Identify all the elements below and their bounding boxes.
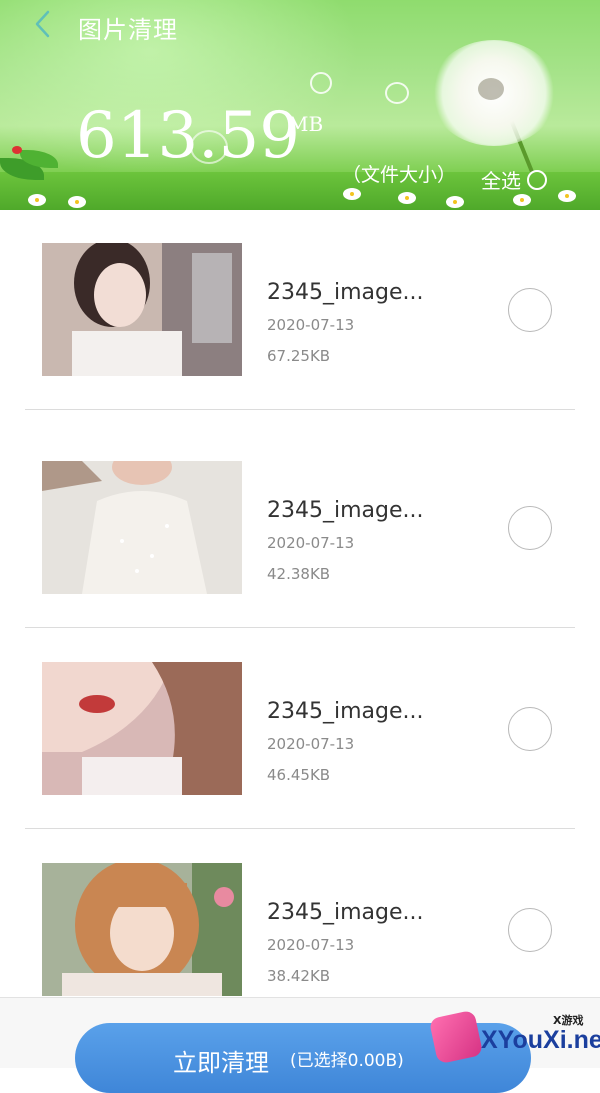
divider xyxy=(25,828,575,829)
image-size: 46.45KB xyxy=(267,766,331,784)
divider xyxy=(25,409,575,410)
list-item[interactable]: 2345_image... 2020-07-13 46.45KB xyxy=(0,646,600,847)
daisy-decoration xyxy=(70,198,84,206)
list-item[interactable]: 2345_image... 2020-07-13 42.38KB xyxy=(0,428,600,646)
chevron-left-icon xyxy=(35,10,50,38)
page-title: 图片清理 xyxy=(78,16,178,44)
daisy-decoration xyxy=(560,192,574,200)
image-date: 2020-07-13 xyxy=(267,735,355,753)
bubble-decoration xyxy=(310,72,332,94)
total-size-unit: MB xyxy=(288,112,324,136)
selected-size-label: (已选择0.00B) xyxy=(290,1051,404,1071)
daisy-decoration xyxy=(400,194,414,202)
image-list[interactable]: 2345_image... 2020-07-13 67.25KB 2345_im… xyxy=(0,210,600,997)
image-date: 2020-07-13 xyxy=(267,316,355,334)
total-size-value: 613.59 xyxy=(76,99,300,173)
select-radio[interactable] xyxy=(508,506,552,550)
daisy-decoration xyxy=(448,198,462,206)
list-item[interactable]: 2345_image... 2020-07-13 38.42KB xyxy=(0,847,600,997)
header-banner: 图片清理 613.59 MB （文件大小） 全选 xyxy=(0,0,600,210)
select-all-toggle[interactable]: 全选 xyxy=(481,165,547,194)
bubble-decoration xyxy=(385,82,409,104)
ladybug-decoration xyxy=(12,146,22,154)
image-size: 67.25KB xyxy=(267,347,331,365)
select-radio[interactable] xyxy=(508,288,552,332)
image-thumbnail[interactable] xyxy=(42,461,242,594)
back-button[interactable] xyxy=(28,8,60,40)
daisy-decoration xyxy=(345,190,359,198)
image-name: 2345_image... xyxy=(267,280,424,305)
image-date: 2020-07-13 xyxy=(267,936,355,954)
image-thumbnail[interactable] xyxy=(42,243,242,376)
gamepad-logo-icon xyxy=(428,1009,484,1065)
select-all-label: 全选 xyxy=(481,169,521,193)
size-caption: （文件大小） xyxy=(342,164,457,186)
watermark-main-text: XYouXi.net xyxy=(481,1026,600,1054)
daisy-decoration xyxy=(515,196,529,204)
image-thumbnail[interactable] xyxy=(42,863,242,996)
clean-now-label: 立即清理 xyxy=(173,1049,269,1077)
daisy-decoration xyxy=(30,196,44,204)
image-date: 2020-07-13 xyxy=(267,534,355,552)
divider xyxy=(25,627,575,628)
image-thumbnail[interactable] xyxy=(42,662,242,795)
list-item[interactable]: 2345_image... 2020-07-13 67.25KB xyxy=(0,210,600,428)
select-radio[interactable] xyxy=(508,707,552,751)
image-name: 2345_image... xyxy=(267,900,424,925)
image-name: 2345_image... xyxy=(267,498,424,523)
image-size: 38.42KB xyxy=(267,967,331,985)
select-all-radio-icon[interactable] xyxy=(527,169,547,190)
dandelion-core xyxy=(478,78,504,100)
select-radio[interactable] xyxy=(508,908,552,952)
image-size: 42.38KB xyxy=(267,565,331,583)
site-watermark: X游戏 XYouXi.net xyxy=(425,1008,600,1067)
image-name: 2345_image... xyxy=(267,699,424,724)
